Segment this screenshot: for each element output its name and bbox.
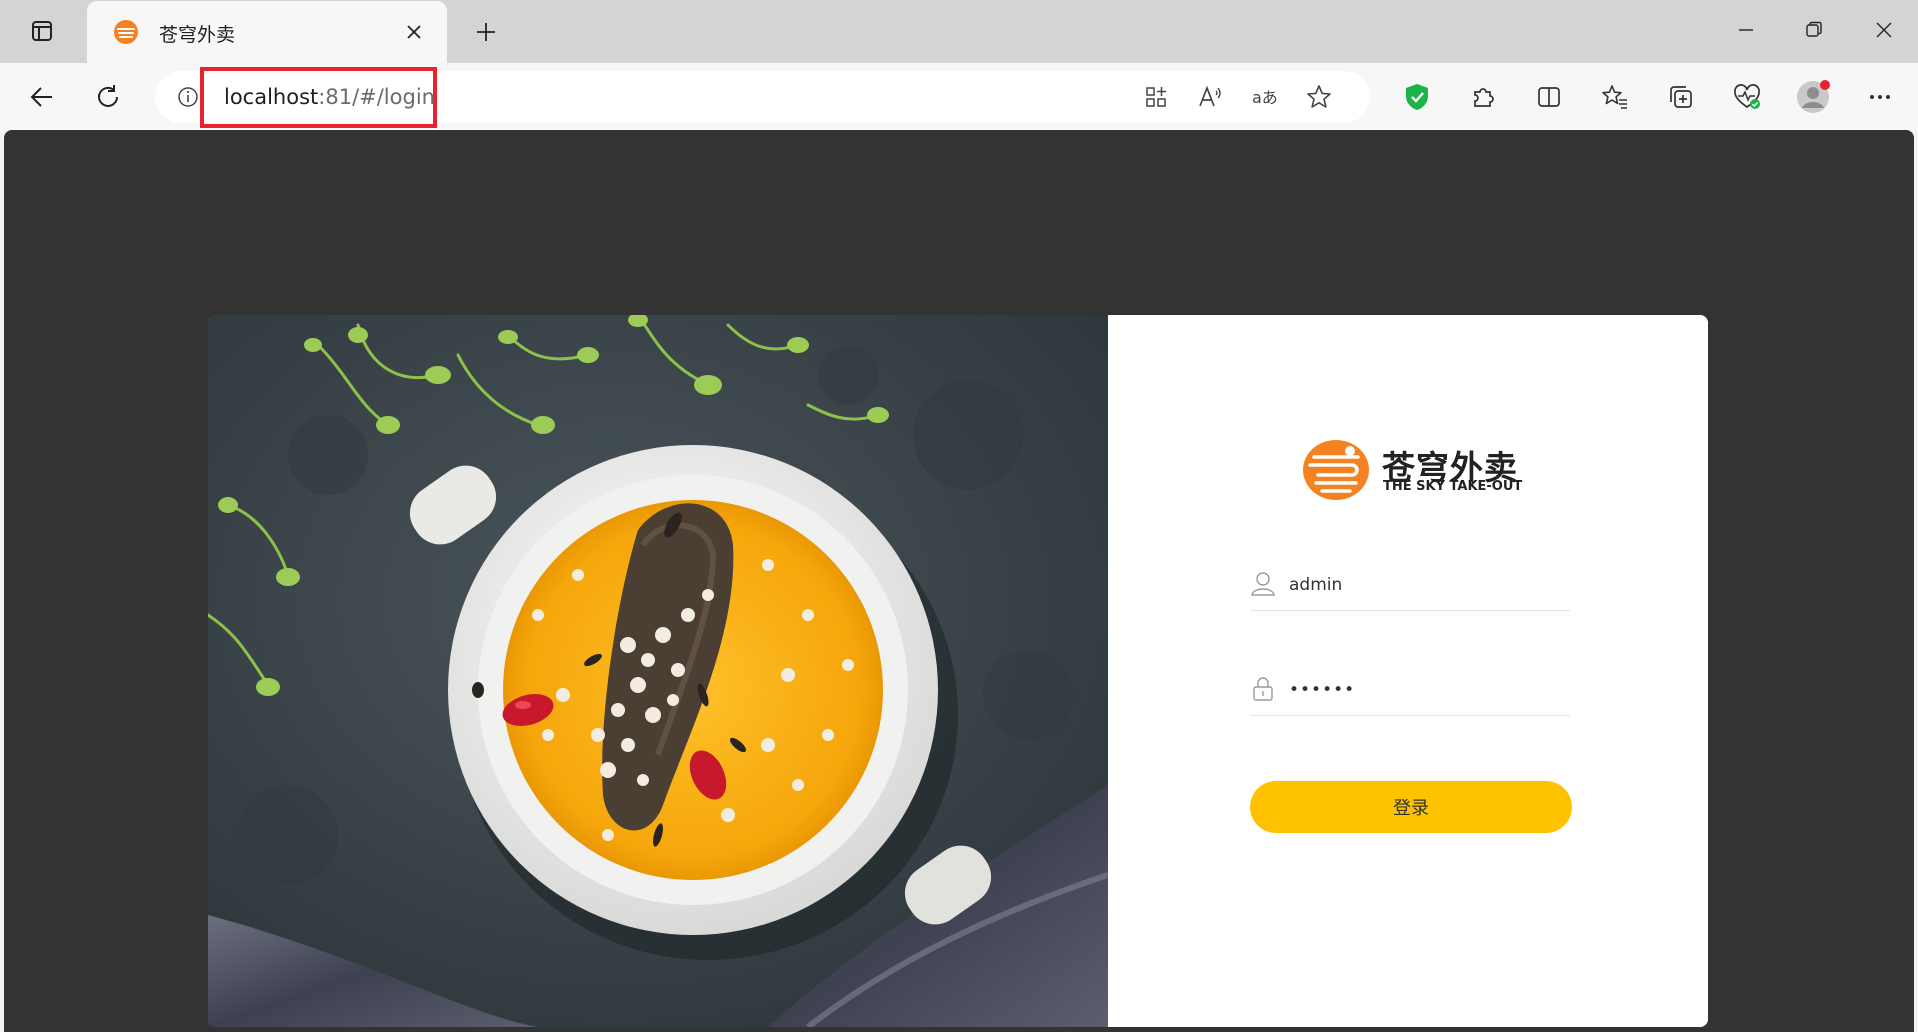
app-grid-icon[interactable]	[1140, 81, 1172, 113]
back-arrow-icon[interactable]	[22, 77, 62, 117]
window-close-icon[interactable]	[1862, 10, 1906, 50]
tab-strip: 苍穹外卖	[0, 0, 1918, 63]
more-icon[interactable]	[1860, 77, 1900, 117]
svg-text:aあ: aあ	[1252, 88, 1278, 107]
workspaces-icon[interactable]	[22, 14, 62, 48]
sky-takeout-favicon	[113, 19, 139, 45]
login-button[interactable]: 登录	[1250, 781, 1572, 833]
collections-icon[interactable]	[1661, 77, 1701, 117]
food-photo	[208, 315, 1108, 1027]
browser-tab[interactable]: 苍穹外卖	[87, 1, 447, 63]
sky-takeout-logo-icon	[1302, 439, 1370, 501]
password-field[interactable]: ••••••	[1250, 670, 1570, 716]
page-viewport: 苍穹外卖 THE SKY TAKE-OUT admin •••••• 登录	[4, 130, 1914, 1032]
profile-avatar-icon[interactable]	[1793, 77, 1833, 117]
restore-icon[interactable]	[1792, 10, 1836, 50]
info-icon[interactable]	[177, 86, 199, 108]
login-card: 苍穹外卖 THE SKY TAKE-OUT admin •••••• 登录	[208, 315, 1708, 1027]
user-icon	[1250, 571, 1276, 597]
star-icon[interactable]	[1303, 81, 1335, 113]
lock-icon	[1250, 676, 1276, 702]
username-input[interactable]: admin	[1289, 575, 1342, 595]
close-icon[interactable]	[401, 19, 427, 45]
minimize-icon[interactable]	[1724, 10, 1768, 50]
plus-icon[interactable]	[468, 14, 504, 50]
browser-essentials-icon[interactable]	[1727, 77, 1767, 117]
shield-extension-icon[interactable]	[1397, 77, 1437, 117]
split-screen-icon[interactable]	[1529, 77, 1569, 117]
brand-name-en: THE SKY TAKE-OUT	[1383, 479, 1523, 494]
favorites-icon[interactable]	[1595, 77, 1635, 117]
url-text[interactable]: localhost:81/#/login	[224, 85, 435, 109]
extensions-icon[interactable]	[1463, 77, 1503, 117]
tab-title: 苍穹外卖	[159, 24, 236, 46]
username-field[interactable]: admin	[1250, 565, 1570, 611]
read-aloud-icon[interactable]	[1195, 81, 1227, 113]
browser-toolbar: localhost:81/#/login aあ	[0, 63, 1918, 130]
url-highlight-box: localhost:81/#/login	[200, 67, 437, 128]
login-form: 苍穹外卖 THE SKY TAKE-OUT admin •••••• 登录	[1108, 315, 1708, 1027]
password-input[interactable]: ••••••	[1289, 680, 1355, 700]
translate-icon[interactable]: aあ	[1249, 81, 1281, 113]
refresh-icon[interactable]	[88, 77, 128, 117]
brand-logo: 苍穹外卖 THE SKY TAKE-OUT	[1302, 439, 1532, 501]
address-bar[interactable]: localhost:81/#/login aあ	[155, 67, 1370, 128]
